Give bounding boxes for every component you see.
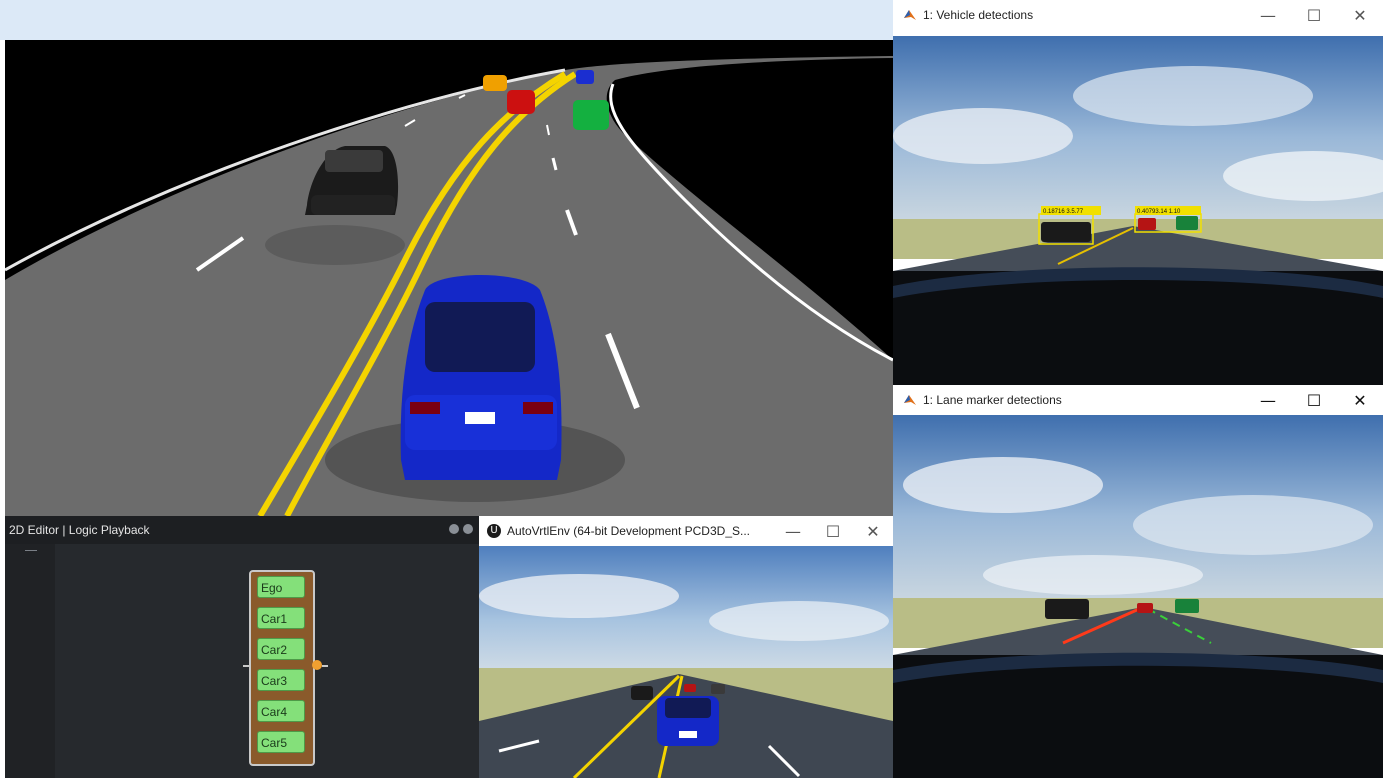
maximize-button[interactable]: ☐ <box>1291 0 1337 30</box>
distant-blue-car <box>576 70 594 84</box>
unreal-engine-icon: U <box>487 524 501 538</box>
input-connector[interactable] <box>243 665 249 667</box>
actor-car3[interactable]: Car3 <box>257 669 305 691</box>
logic-playback-editor[interactable]: 2D Editor | Logic Playback Ego Car1 Car2… <box>5 516 479 778</box>
actor-car4[interactable]: Car4 <box>257 700 305 722</box>
unreal-window-title: AutoVrtlEnv (64-bit Development PCD3D_S.… <box>507 524 750 538</box>
settings-icon[interactable] <box>449 524 459 534</box>
close-button[interactable]: ✕ <box>853 516 893 546</box>
detection-label: 0.40793.14 1.10 <box>1137 209 1181 215</box>
editor-header: 2D Editor | Logic Playback <box>5 516 479 544</box>
black-car-shadow <box>265 225 405 265</box>
unreal-render-view[interactable] <box>479 546 893 778</box>
ego-car <box>400 275 562 480</box>
actor-car1[interactable]: Car1 <box>257 607 305 629</box>
close-button[interactable]: ✕ <box>1337 0 1383 30</box>
detection-label: 0.18716 3.5.77 <box>1043 209 1084 215</box>
lane-marker-detections-window[interactable]: 1: Lane marker detections — ☐ ✕ <box>893 385 1383 778</box>
hood <box>893 655 1383 778</box>
logic-actor-block[interactable]: Ego Car1 Car2 Car3 Car4 Car5 <box>249 570 315 766</box>
unreal-scene <box>479 546 893 778</box>
vehicle-camera-view: 0.18716 3.5.77 0.40793.14 1.10 <box>893 36 1383 385</box>
red-car <box>507 90 535 114</box>
rail-divider <box>25 550 37 551</box>
minimize-button[interactable]: — <box>1245 385 1291 415</box>
editor-title: 2D Editor | Logic Playback <box>9 523 150 537</box>
lane-window-title: 1: Lane marker detections <box>923 393 1062 407</box>
vehicle-detections-window[interactable]: 1: Vehicle detections — ☐ ✕ 0.18716 3.5.… <box>893 0 1383 385</box>
unreal-window-titlebar[interactable]: U AutoVrtlEnv (64-bit Development PCD3D_… <box>479 516 893 546</box>
matlab-icon <box>903 393 917 407</box>
lane-window-titlebar[interactable]: 1: Lane marker detections — ☐ ✕ <box>893 385 1383 415</box>
vehicle-window-titlebar[interactable]: 1: Vehicle detections — ☐ ✕ <box>893 0 1383 30</box>
vehicle-window-title: 1: Vehicle detections <box>923 8 1034 22</box>
green-car <box>573 100 609 130</box>
ego-car-thirdperson <box>657 696 719 746</box>
output-connector[interactable] <box>312 660 322 670</box>
lane-camera-scene <box>893 415 1383 778</box>
maximize-button[interactable]: ☐ <box>1291 385 1337 415</box>
hood <box>893 271 1383 385</box>
matlab-icon <box>903 8 917 22</box>
close-panel-icon[interactable] <box>463 524 473 534</box>
editor-left-rail <box>5 544 55 778</box>
vehicle-camera-scene: 0.18716 3.5.77 0.40793.14 1.10 <box>893 36 1383 385</box>
actor-car5[interactable]: Car5 <box>257 731 305 753</box>
minimize-button[interactable]: — <box>773 516 813 546</box>
actor-ego[interactable]: Ego <box>257 576 305 598</box>
minimize-button[interactable]: — <box>1245 0 1291 30</box>
output-connector-line <box>322 665 328 667</box>
lane-camera-view <box>893 415 1383 778</box>
actor-car2[interactable]: Car2 <box>257 638 305 660</box>
top-strip <box>0 0 893 40</box>
yellow-car <box>483 75 507 91</box>
maximize-button[interactable]: ☐ <box>813 516 853 546</box>
main-scene <box>5 56 893 516</box>
unreal-engine-window[interactable]: U AutoVrtlEnv (64-bit Development PCD3D_… <box>479 516 893 778</box>
main-3d-view[interactable] <box>5 40 893 516</box>
close-button[interactable]: ✕ <box>1337 385 1383 415</box>
